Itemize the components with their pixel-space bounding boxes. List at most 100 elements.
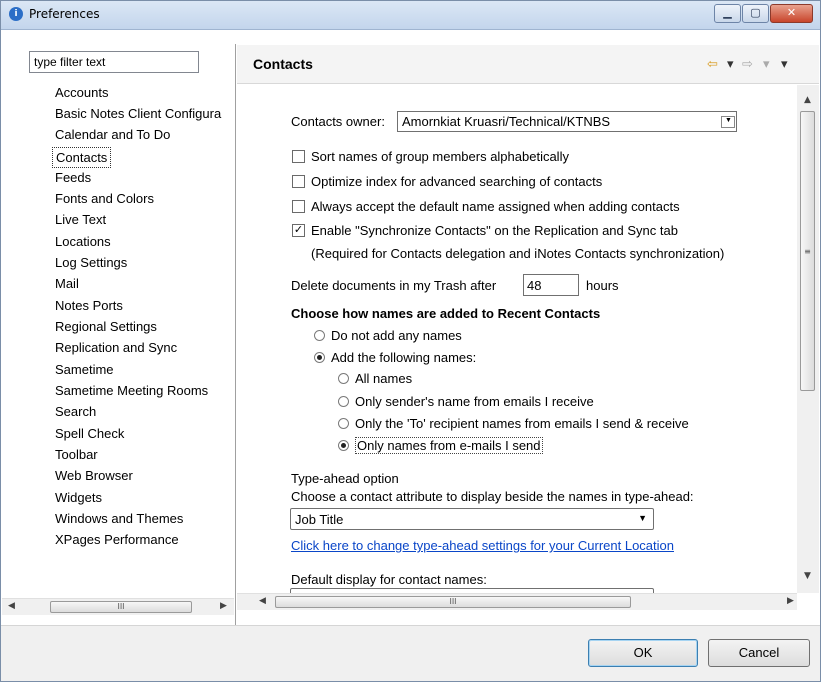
tree-item-mail[interactable]: Mail (55, 274, 79, 293)
sender-names-radio[interactable] (338, 396, 349, 408)
trash-days-input[interactable] (523, 274, 579, 296)
back-icon[interactable]: ⇦ (707, 57, 718, 72)
recent-none-label: Do not add any names (331, 328, 462, 343)
tree-item-basic-notes-client[interactable]: Basic Notes Client Configura (55, 104, 221, 123)
tree-item-locations[interactable]: Locations (55, 232, 111, 251)
optimize-index-checkbox-row[interactable]: Optimize index for advanced searching of… (292, 174, 602, 189)
scroll-right-icon[interactable]: ▶ (787, 596, 794, 606)
title-bar[interactable]: i Preferences ▁ ▢ ✕ (1, 1, 820, 30)
recent-add-radio-row[interactable]: Add the following names: (314, 350, 476, 365)
tree-item-replication-sync[interactable]: Replication and Sync (55, 338, 177, 357)
tree-item-accounts[interactable]: Accounts (55, 83, 108, 102)
trash-label: Delete documents in my Trash after (291, 278, 497, 293)
sync-contacts-checkbox-row[interactable]: ✓ Enable "Synchronize Contacts" on the Re… (292, 223, 678, 238)
sync-contacts-checkbox[interactable]: ✓ (292, 224, 305, 238)
tree-item-windows-themes[interactable]: Windows and Themes (55, 509, 183, 528)
typeahead-heading: Type-ahead option (291, 471, 399, 486)
window-title: Preferences (29, 7, 100, 21)
tree-item-fonts-colors[interactable]: Fonts and Colors (55, 189, 154, 208)
sent-names-label: Only names from e-mails I send (355, 437, 543, 454)
owner-combo[interactable]: Amornkiat Kruasri/Technical/KTNBS (397, 111, 737, 132)
minimize-button[interactable]: ▁ (714, 4, 741, 23)
tree-item-feeds[interactable]: Feeds (55, 168, 91, 187)
recent-add-radio[interactable] (314, 352, 325, 364)
sync-note: (Required for Contacts delegation and iN… (311, 246, 725, 261)
sidebar-scroll-thumb[interactable]: III (50, 601, 192, 613)
maximize-button[interactable]: ▢ (742, 4, 769, 23)
ok-button[interactable]: OK (588, 639, 698, 667)
tree-item-web-browser[interactable]: Web Browser (55, 466, 133, 485)
typeahead-value: Job Title (295, 512, 344, 527)
back-dropdown-icon[interactable]: ▾ (727, 57, 734, 72)
lotus-notes-icon: i (9, 7, 23, 21)
sender-names-label: Only sender's name from emails I receive (355, 394, 594, 409)
scroll-down-icon[interactable]: ▼ (804, 571, 811, 581)
forward-icon[interactable]: ⇨ (742, 57, 753, 72)
sent-names-radio-row[interactable]: Only names from e-mails I send (338, 437, 543, 454)
all-names-radio-row[interactable]: All names (338, 371, 412, 386)
tree-item-notes-ports[interactable]: Notes Ports (55, 296, 123, 315)
cancel-button[interactable]: Cancel (708, 639, 810, 667)
accept-default-checkbox-row[interactable]: Always accept the default name assigned … (292, 199, 680, 214)
owner-dropdown-button[interactable]: ▼ (721, 116, 735, 128)
scroll-right-icon[interactable]: ▶ (220, 601, 227, 611)
sort-members-checkbox-row[interactable]: Sort names of group members alphabetical… (292, 149, 569, 164)
tree-item-calendar[interactable]: Calendar and To Do (55, 125, 170, 144)
tree-item-sametime-meeting-rooms[interactable]: Sametime Meeting Rooms (55, 381, 208, 400)
tree-item-sametime[interactable]: Sametime (55, 360, 114, 379)
tree-item-search[interactable]: Search (55, 402, 96, 421)
forward-dropdown-icon[interactable]: ▾ (763, 57, 770, 72)
tree-item-contacts[interactable]: Contacts (52, 147, 112, 168)
page-title: Contacts (253, 56, 313, 72)
recent-none-radio[interactable] (314, 330, 325, 342)
typeahead-description: Choose a contact attribute to display be… (291, 489, 694, 504)
content-hscroll-thumb[interactable]: III (275, 596, 631, 608)
tree-item-regional-settings[interactable]: Regional Settings (55, 317, 157, 336)
preferences-window: i Preferences ▁ ▢ ✕ Accounts Basic Notes… (0, 0, 821, 682)
optimize-index-checkbox[interactable] (292, 175, 305, 189)
sort-members-label: Sort names of group members alphabetical… (311, 149, 569, 164)
all-names-label: All names (355, 371, 413, 386)
scroll-up-icon[interactable]: ▲ (804, 95, 811, 105)
scroll-left-icon[interactable]: ◀ (8, 601, 15, 611)
content-vscroll-thumb[interactable]: ≡ (800, 111, 815, 391)
contacts-settings-panel: Contacts owner: Amornkiat Kruasri/Techni… (237, 85, 797, 593)
close-button[interactable]: ✕ (770, 4, 813, 23)
tree-item-toolbar[interactable]: Toolbar (55, 445, 98, 464)
default-display-label: Default display for contact names: (291, 572, 487, 587)
typeahead-select[interactable]: Job Title ▼ (290, 508, 654, 530)
trash-unit: hours (586, 278, 619, 293)
recent-none-radio-row[interactable]: Do not add any names (314, 328, 462, 343)
sync-contacts-label: Enable "Synchronize Contacts" on the Rep… (311, 223, 678, 238)
tree-item-widgets[interactable]: Widgets (55, 488, 102, 507)
page-header: Contacts ⇦ ▾ ⇨ ▾ ▾ (237, 45, 819, 84)
view-menu-icon[interactable]: ▾ (781, 57, 788, 72)
tree-item-spell-check[interactable]: Spell Check (55, 424, 124, 443)
dialog-button-bar: OK Cancel (1, 625, 820, 681)
sent-names-radio[interactable] (338, 440, 349, 452)
tree-item-live-text[interactable]: Live Text (55, 210, 106, 229)
accept-default-label: Always accept the default name assigned … (311, 199, 680, 214)
sender-names-radio-row[interactable]: Only sender's name from emails I receive (338, 394, 594, 409)
scroll-left-icon[interactable]: ◀ (259, 596, 266, 606)
chevron-down-icon: ▼ (638, 513, 647, 523)
all-names-radio[interactable] (338, 373, 349, 385)
chevron-down-icon: ▼ (725, 117, 732, 124)
recent-contacts-heading: Choose how names are added to Recent Con… (291, 306, 601, 321)
to-recipient-label: Only the 'To' recipient names from email… (355, 416, 689, 431)
content-hscrollbar[interactable]: ◀ III ▶ (237, 593, 797, 610)
to-recipient-radio-row[interactable]: Only the 'To' recipient names from email… (338, 416, 689, 431)
to-recipient-radio[interactable] (338, 418, 349, 430)
accept-default-checkbox[interactable] (292, 200, 305, 214)
content-vscrollbar[interactable]: ▲ ≡ ▼ (797, 85, 819, 593)
filter-input[interactable] (29, 51, 199, 73)
tree-item-log-settings[interactable]: Log Settings (55, 253, 127, 272)
optimize-index-label: Optimize index for advanced searching of… (311, 174, 603, 189)
tree-item-xpages-performance[interactable]: XPages Performance (55, 530, 179, 549)
sidebar-hscrollbar[interactable]: ◀ III ▶ (2, 598, 234, 615)
owner-value: Amornkiat Kruasri/Technical/KTNBS (402, 114, 611, 129)
sort-members-checkbox[interactable] (292, 150, 305, 164)
typeahead-settings-link[interactable]: Click here to change type-ahead settings… (291, 538, 674, 553)
owner-label: Contacts owner: (291, 114, 385, 129)
recent-add-label: Add the following names: (331, 350, 477, 365)
